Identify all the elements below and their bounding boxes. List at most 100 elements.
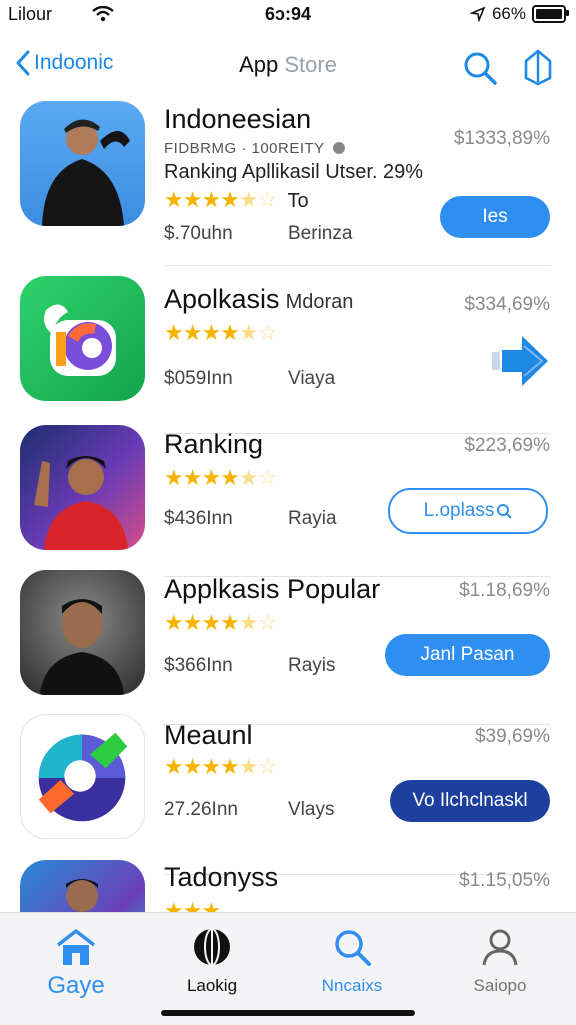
star-rating: ★★★★★☆: [164, 465, 278, 491]
star-empty-icon: ☆: [257, 187, 278, 212]
star-icon: ★★★★: [164, 754, 240, 779]
app-size: $366Inn: [164, 655, 233, 676]
star-rating: ★★★★★☆: [164, 754, 278, 780]
star-half-icon: ★: [238, 754, 259, 779]
app-logo-icon: [38, 732, 128, 822]
tab-search[interactable]: Nncaixs: [292, 927, 412, 996]
app-category: Berinza: [288, 223, 353, 244]
app-meta: FIDBRMG · 100REITY: [164, 140, 346, 157]
app-name-text: Apolkasis: [164, 284, 280, 314]
star-icon: ★★★: [164, 898, 221, 912]
list-item[interactable]: Ranking $223,69% ★★★★★☆ $436Inn Rayia L.…: [0, 411, 576, 577]
star-rating: ★★★★★☆: [164, 320, 278, 346]
app-icon: [20, 276, 145, 401]
app-price: $334,69%: [464, 294, 550, 315]
app-name: Applkasis Popular: [164, 574, 381, 604]
app-name-sub: Mdoran: [285, 291, 354, 313]
battery-percent: 66%: [491, 4, 526, 23]
app-size: $059Inn: [164, 368, 233, 389]
star-rating: ★★★★★☆ To: [164, 187, 309, 213]
search-icon[interactable]: [462, 50, 498, 86]
navigation-bar: Indoonic App Store: [0, 44, 576, 88]
app-category: Rayis: [288, 655, 336, 676]
list-item[interactable]: Tadonyss $1.15,05% ★★★: [0, 852, 576, 912]
star-icon: ★★★★: [164, 465, 240, 490]
tab-home[interactable]: Gaye: [16, 927, 136, 1000]
app-size: $.70uhn: [164, 223, 233, 244]
app-list: Indoneesian $1333,89% FIDBRMG · 100REITY…: [0, 96, 576, 912]
app-size: 27.26Inn: [164, 799, 238, 820]
app-icon: [20, 860, 145, 912]
star-half-icon: ★: [238, 465, 259, 490]
location-arrow-icon: [469, 6, 486, 22]
globe-icon: [194, 928, 230, 966]
list-item[interactable]: Indoneesian $1333,89% FIDBRMG · 100REITY…: [0, 96, 576, 266]
star-icon: ★★★★: [164, 610, 240, 635]
list-item[interactable]: Apolkasis Mdoran $334,69% ★★★★★☆ $059Inn …: [0, 264, 576, 434]
app-icon: [20, 714, 145, 839]
house-icon: [56, 929, 96, 965]
app-name: Ranking: [164, 429, 264, 459]
action-button[interactable]: Vo Ilchclnaskl: [390, 780, 550, 822]
tab-label: Gaye: [47, 972, 105, 999]
search-icon: [497, 504, 513, 519]
search-icon: [335, 930, 371, 966]
app-name: Indoneesian: [164, 104, 312, 134]
tab-label: Nncaixs: [321, 976, 383, 995]
status-right: 66%: [469, 4, 569, 24]
person-photo-icon: [40, 599, 124, 695]
star-rating: ★★★: [164, 898, 221, 912]
app-price: $1.18,69%: [459, 580, 550, 601]
app-logo-icon: [44, 304, 116, 376]
person-photo-icon: [34, 456, 128, 550]
install-button[interactable]: L.oplass: [388, 488, 548, 534]
star-icon: ★★★★: [164, 187, 240, 212]
app-category: Viaya: [288, 368, 336, 389]
star-empty-icon: ☆: [257, 320, 278, 345]
rating-suffix: To: [287, 190, 309, 212]
app-name: Tadonyss: [164, 862, 279, 892]
tab-label: Laokig: [186, 976, 238, 995]
star-half-icon: ★: [238, 320, 259, 345]
star-empty-icon: ☆: [257, 610, 278, 635]
app-icon: [20, 425, 145, 550]
share-icon[interactable]: [522, 48, 554, 86]
app-meta-text: FIDBRMG · 100REITY: [164, 140, 325, 157]
verified-icon: [333, 142, 346, 154]
tab-bar: Gaye Laokig Nncaixs Saiopo: [0, 912, 576, 1025]
app-price: $1.15,05%: [459, 870, 550, 891]
star-half-icon: ★: [238, 187, 259, 212]
app-name: Apolkasis Mdoran: [164, 284, 353, 315]
app-category: Vlays: [288, 799, 335, 820]
star-icon: ★★★★: [164, 320, 240, 345]
star-empty-icon: ☆: [257, 754, 278, 779]
title-part-2: Store: [284, 52, 337, 77]
person-photo-icon: [42, 119, 130, 226]
home-indicator[interactable]: [161, 1010, 415, 1016]
open-button[interactable]: Janl Pasan: [385, 634, 550, 676]
app-price: $1333,89%: [453, 128, 550, 149]
star-rating: ★★★★★☆: [164, 610, 278, 636]
tab-label: Saiopo: [473, 976, 527, 995]
app-size: $436Inn: [164, 508, 233, 529]
status-bar: Lilour 6ɔ:94 66%: [0, 0, 576, 30]
battery-icon: [532, 5, 569, 23]
tab-browse[interactable]: Laokig: [152, 927, 272, 996]
star-half-icon: ★: [238, 610, 259, 635]
get-button[interactable]: Ies: [440, 196, 550, 238]
app-icon: [20, 101, 145, 226]
app-price: $39,69%: [474, 726, 550, 747]
download-arrow-icon[interactable]: [492, 334, 550, 388]
install-button-label: L.oplass: [423, 500, 495, 521]
star-empty-icon: ☆: [257, 465, 278, 490]
title-part-1: App: [239, 52, 279, 77]
person-photo-icon: [66, 879, 98, 912]
app-name: Meaunl: [164, 720, 253, 750]
app-category: Rayia: [288, 508, 337, 529]
app-price: $223,69%: [464, 435, 550, 456]
app-description: Ranking Apllikasil Utser. 29%: [164, 161, 424, 183]
list-item[interactable]: Meaunl $39,69% ★★★★★☆ 27.26Inn Vlays Vo …: [0, 704, 576, 875]
tab-profile[interactable]: Saiopo: [440, 927, 560, 996]
list-item[interactable]: Applkasis Popular $1.18,69% ★★★★★☆ $366I…: [0, 556, 576, 725]
person-icon: [482, 929, 518, 966]
